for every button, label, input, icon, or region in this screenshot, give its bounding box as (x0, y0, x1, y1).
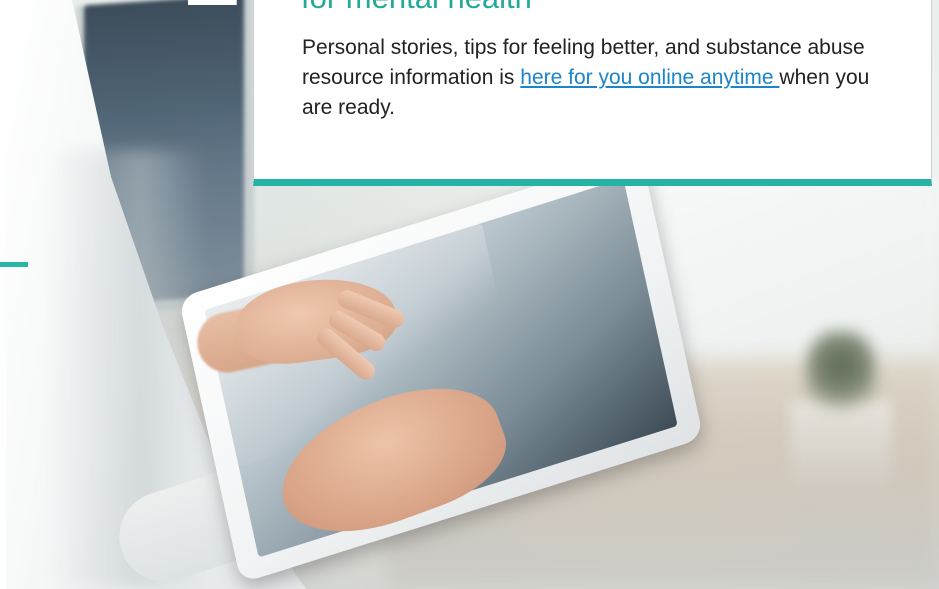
left-margin-strip (0, 0, 6, 589)
page: for mental health Personal stories, tips… (0, 0, 939, 589)
left-teal-accent-bar (0, 262, 28, 267)
online-resources-link[interactable]: here for you online anytime (520, 66, 779, 89)
background-plant (806, 330, 876, 420)
card-heading: for mental health (301, 0, 532, 18)
card-body-text: Personal stories, tips for feeling bette… (302, 33, 882, 123)
top-divider (188, 0, 237, 5)
info-card: for mental health Personal stories, tips… (253, 0, 932, 186)
